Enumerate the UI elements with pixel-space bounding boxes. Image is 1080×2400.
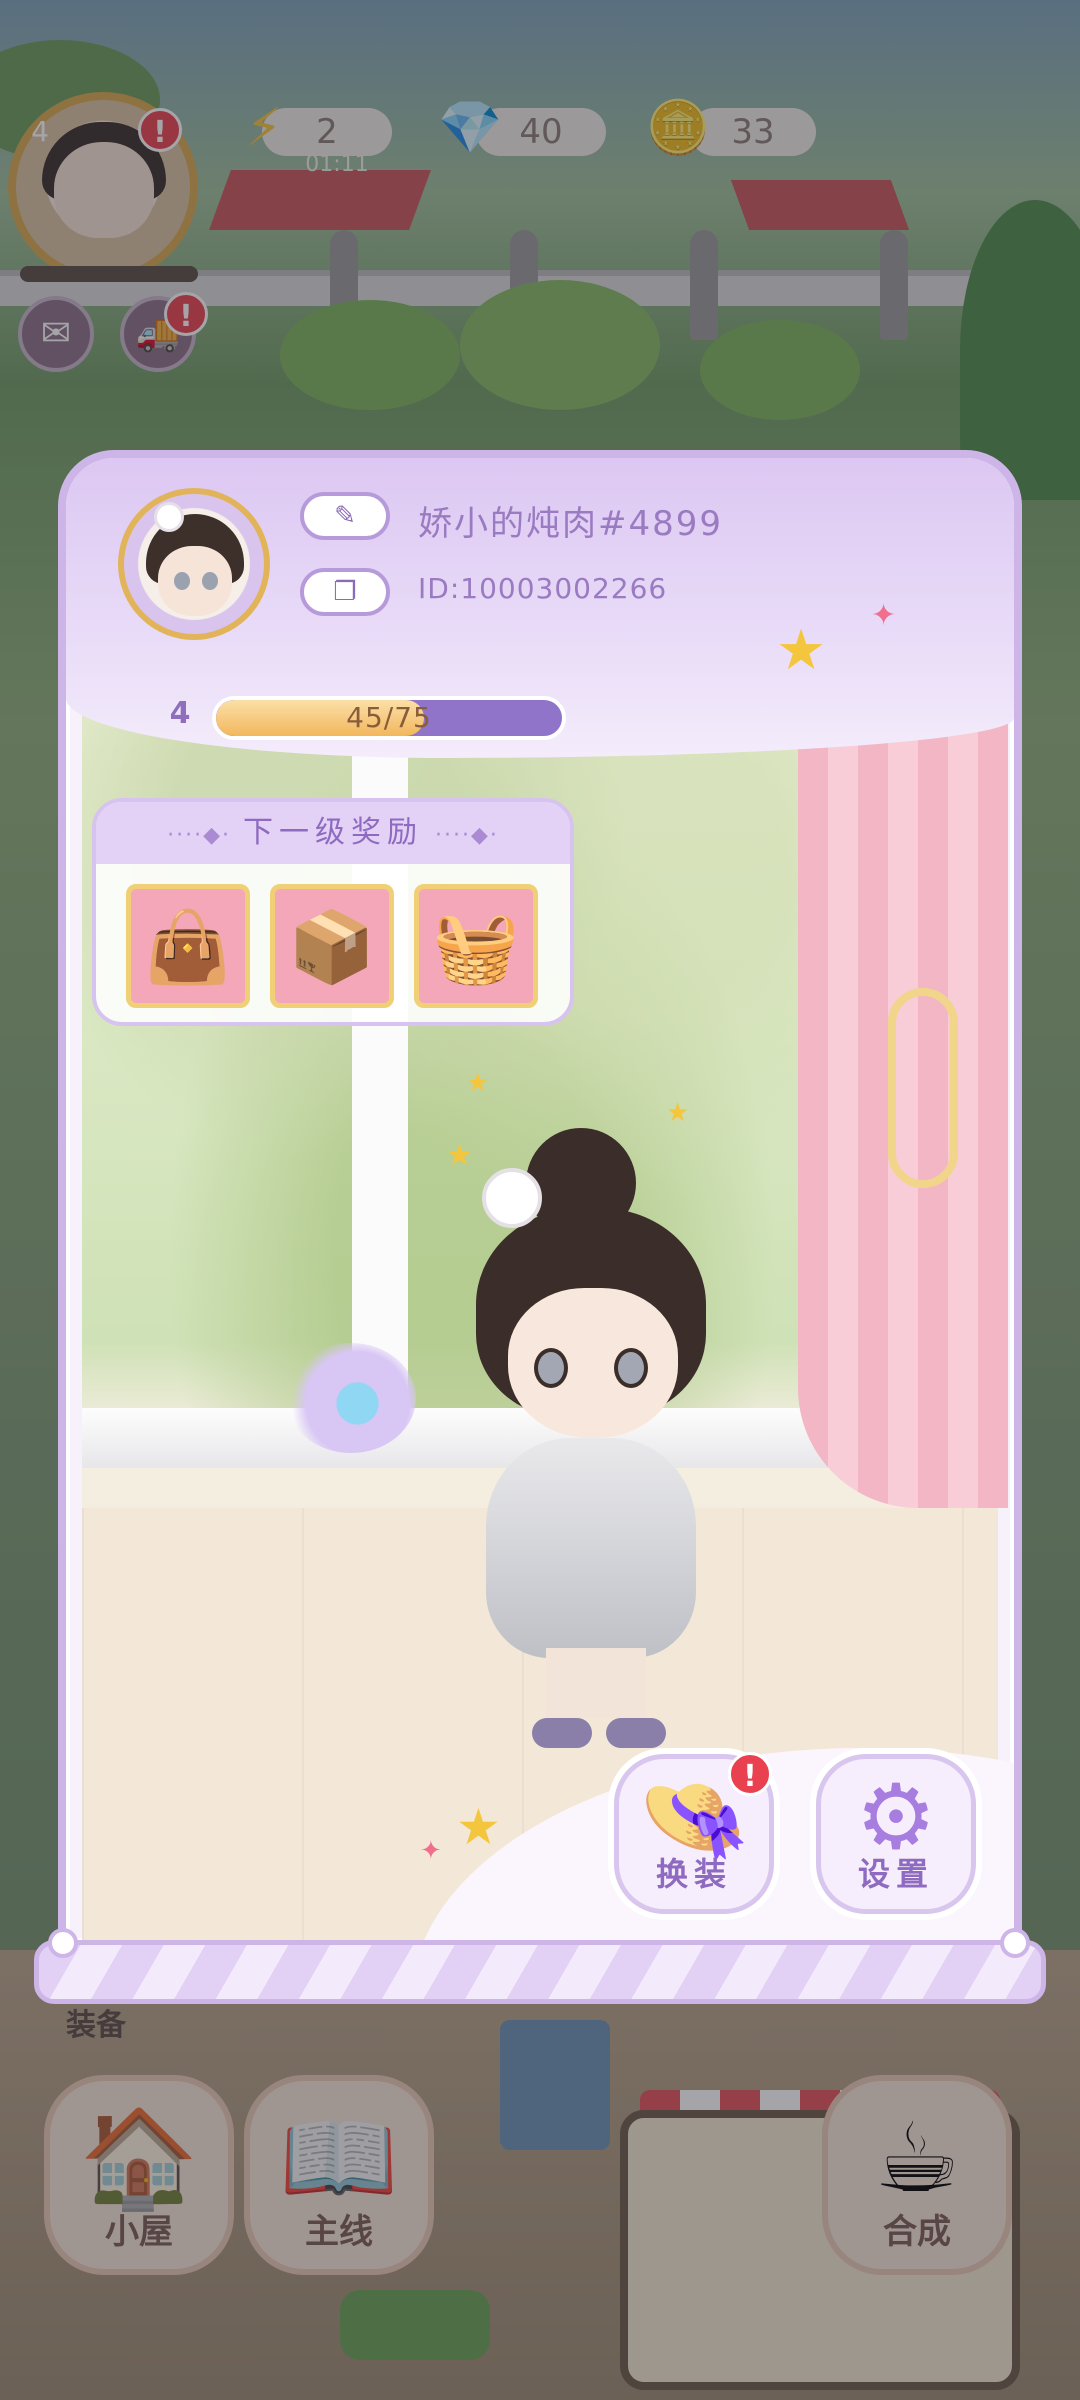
settings-label: 设置 xyxy=(857,1855,934,1893)
sparkle-icon: ★ xyxy=(466,1068,490,1098)
rewards-title-text: 下一级奖励 xyxy=(243,815,423,850)
profile-panel: ✎ 娇小的炖肉#4899 ❐ ID:10003002266 4 45/75 ★ … xyxy=(58,450,1022,1950)
rail-knob xyxy=(1000,1928,1030,1958)
rail-knob xyxy=(48,1928,78,1958)
profile-avatar[interactable] xyxy=(118,488,270,640)
player-character xyxy=(446,1128,746,1748)
sparkle-icon: ✦ xyxy=(420,1836,442,1866)
xp-progress-text: 45/75 xyxy=(346,701,432,734)
magic-orb xyxy=(286,1343,416,1453)
flower-icon xyxy=(154,502,184,532)
cardboard-box-icon: 📦 xyxy=(288,906,376,988)
level-star-badge: 4 xyxy=(140,660,217,746)
copy-icon: ❐ xyxy=(333,577,357,607)
player-name: 娇小的炖肉#4899 xyxy=(418,504,724,544)
character-shoe xyxy=(532,1718,592,1748)
character-eye xyxy=(614,1348,648,1388)
settings-button[interactable]: ⚙ 设置 xyxy=(816,1754,976,1914)
reward-item-basket[interactable]: 🧺 xyxy=(414,884,538,1008)
sparkle-icon: ✦ xyxy=(871,598,897,633)
white-rose-icon xyxy=(482,1168,542,1228)
character-eye xyxy=(534,1348,568,1388)
reward-item-bag[interactable]: 👜 xyxy=(126,884,250,1008)
avatar-eye xyxy=(174,572,190,590)
pencil-icon: ✎ xyxy=(334,501,356,531)
edit-name-button[interactable]: ✎ xyxy=(300,492,390,540)
dress-up-label: 换装 xyxy=(655,1855,732,1893)
avatar-face xyxy=(158,546,232,616)
star-icon: ★ xyxy=(776,618,827,683)
rewards-title: 下一级奖励 xyxy=(96,802,570,864)
character-dress xyxy=(486,1438,696,1658)
bag-icon: 👜 xyxy=(144,906,232,988)
star-icon: ★ xyxy=(456,1798,501,1856)
reward-item-box[interactable]: 📦 xyxy=(270,884,394,1008)
character-legs xyxy=(546,1648,646,1718)
copy-id-button[interactable]: ❐ xyxy=(300,568,390,616)
avatar-eye xyxy=(202,572,218,590)
curtain-ribbon xyxy=(888,988,958,1188)
food-basket-icon: 🧺 xyxy=(432,906,520,988)
panel-bottom-rail xyxy=(34,1940,1046,2004)
dress-up-alert-badge: ! xyxy=(728,1752,772,1796)
player-id: ID:10003002266 xyxy=(418,572,668,605)
xp-progress-bar: 45/75 xyxy=(212,696,566,740)
sparkle-icon: ★ xyxy=(666,1098,690,1128)
next-level-rewards: 下一级奖励 👜 📦 🧺 xyxy=(92,798,574,1026)
character-shoe xyxy=(606,1718,666,1748)
